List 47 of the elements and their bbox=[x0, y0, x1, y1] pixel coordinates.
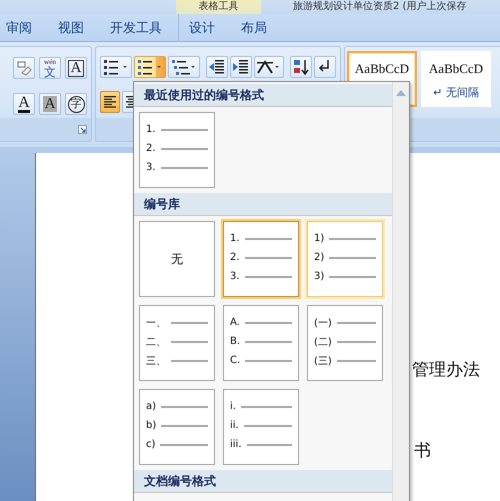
ribbon-tab[interactable]: 布局 bbox=[241, 18, 267, 36]
list-icon bbox=[170, 58, 198, 76]
numbering-format-tile[interactable]: 1. 2. 3. bbox=[139, 112, 215, 188]
style-tile[interactable]: AaBbCcD ↵ 无间隔 bbox=[421, 51, 491, 107]
section-header: 编号库 bbox=[134, 193, 392, 216]
indent-icon bbox=[232, 58, 250, 76]
numbering-format-tile[interactable]: i. ii. iii. bbox=[223, 389, 299, 465]
eraser-icon bbox=[16, 60, 32, 76]
numbering-format-tile[interactable]: 一、 二、 三、 bbox=[139, 305, 215, 381]
window-title: 旅游规划设计单位资质2 (用户上次保存 bbox=[293, 0, 466, 14]
font-tool-button[interactable]: 字 bbox=[65, 93, 87, 115]
ribbon-tab[interactable]: 开发工具 bbox=[110, 18, 162, 36]
bullets-button[interactable] bbox=[100, 56, 132, 78]
numbering-format-tile[interactable]: 无 bbox=[139, 221, 215, 297]
font-tool-button[interactable]: A bbox=[13, 93, 35, 115]
indent-button[interactable] bbox=[230, 56, 252, 78]
align-left-button[interactable] bbox=[100, 91, 120, 113]
multilevel-button[interactable] bbox=[168, 56, 200, 78]
numbering-format-tile[interactable]: a) b) c) bbox=[139, 389, 215, 465]
outdent-button[interactable] bbox=[206, 56, 228, 78]
marks-button[interactable] bbox=[314, 56, 336, 78]
section-header: 文档编号格式 bbox=[134, 470, 392, 493]
scrollbar[interactable] bbox=[392, 82, 409, 501]
dialog-launcher-icon[interactable] bbox=[78, 125, 87, 134]
context-tab-label: 表格工具 bbox=[176, 0, 261, 14]
font-tool-button[interactable]: A bbox=[39, 93, 61, 115]
sort-button[interactable] bbox=[290, 56, 312, 78]
ribbon-tab[interactable]: 视图 bbox=[58, 18, 84, 36]
document-text: 管理办法 bbox=[412, 359, 481, 381]
ribbon-tab[interactable]: 审阅 bbox=[6, 18, 32, 36]
section-header: 最近使用过的编号格式 bbox=[134, 84, 392, 107]
numbering-format-tile[interactable]: 1. 2. 3. bbox=[223, 221, 299, 297]
font-tool-button[interactable] bbox=[13, 57, 35, 79]
numbering-format-tile[interactable]: A. B. C. bbox=[223, 305, 299, 381]
list-icon bbox=[102, 58, 130, 76]
font-tool-button[interactable]: A bbox=[65, 57, 87, 79]
document-text: 书 bbox=[414, 440, 432, 462]
numbering-button[interactable] bbox=[134, 56, 166, 78]
layout-icon bbox=[256, 58, 282, 76]
sort-icon bbox=[292, 58, 310, 76]
numbering-format-tile[interactable]: (一) (二) (三) bbox=[307, 305, 383, 381]
indent-icon bbox=[208, 58, 226, 76]
list-icon bbox=[136, 58, 164, 76]
align-icon bbox=[103, 95, 117, 109]
ribbon-tab[interactable]: 设计 bbox=[189, 18, 215, 36]
layout-button[interactable] bbox=[254, 56, 284, 78]
numbering-format-tile[interactable]: 1) 2) 3) bbox=[307, 221, 383, 297]
